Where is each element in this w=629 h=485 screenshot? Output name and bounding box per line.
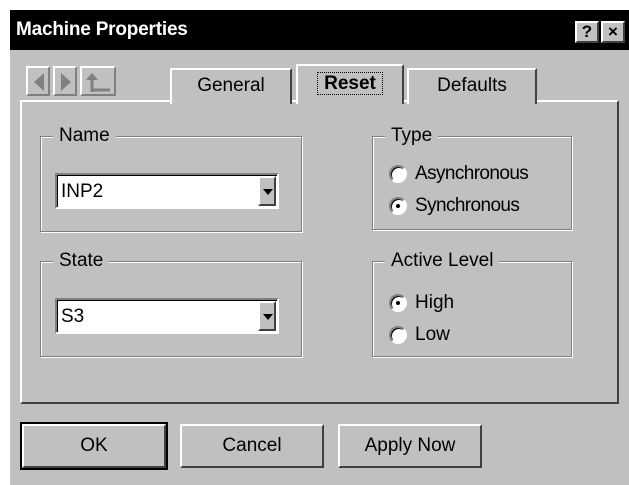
state-combobox-value: S3 <box>61 306 85 327</box>
chevron-down-icon <box>263 189 273 195</box>
ok-button[interactable]: OK <box>20 422 168 470</box>
active-level-group-label: Active Level <box>385 250 500 272</box>
tab-reset[interactable]: Reset <box>296 64 404 104</box>
type-group: Type Asynchronous Synchronous <box>372 125 572 230</box>
tab-reset-label: Reset <box>317 72 383 95</box>
radio-label: Synchronous <box>415 195 520 216</box>
name-group-label: Name <box>53 125 116 147</box>
tab-general[interactable]: General <box>170 68 292 104</box>
state-dropdown-button[interactable] <box>258 301 276 331</box>
radio-button[interactable] <box>389 197 407 215</box>
help-button[interactable]: ? <box>575 21 599 43</box>
radio-label: Asynchronous <box>415 163 529 184</box>
radio-label: High <box>415 292 455 313</box>
name-dropdown-button[interactable] <box>258 176 276 206</box>
cancel-button[interactable]: Cancel <box>180 424 324 468</box>
close-button[interactable]: × <box>601 21 625 43</box>
back-button[interactable] <box>26 66 50 96</box>
up-arrow-icon <box>86 73 110 92</box>
active-level-group: Active Level High Low <box>372 250 572 357</box>
window-title: Machine Properties <box>16 19 188 40</box>
title-bar: Machine Properties ? × <box>10 10 629 50</box>
state-group-label: State <box>53 250 110 272</box>
machine-properties-dialog: Machine Properties ? × General Reset Def… <box>10 10 629 485</box>
name-group: Name INP2 <box>40 125 302 232</box>
up-level-button[interactable] <box>80 66 116 96</box>
arrow-right-icon <box>61 73 71 91</box>
chevron-down-icon <box>263 314 273 320</box>
name-combobox-value: INP2 <box>61 181 104 202</box>
tab-defaults[interactable]: Defaults <box>407 68 537 104</box>
radio-label: Low <box>415 324 450 345</box>
state-group: State S3 <box>40 250 302 357</box>
name-combobox[interactable]: INP2 <box>55 173 279 209</box>
radio-button[interactable] <box>389 326 407 344</box>
radio-button[interactable] <box>389 294 407 312</box>
radio-button[interactable] <box>389 165 407 183</box>
type-group-label: Type <box>385 125 439 147</box>
state-combobox[interactable]: S3 <box>55 298 279 334</box>
apply-now-button[interactable]: Apply Now <box>338 424 482 468</box>
forward-button[interactable] <box>53 66 77 96</box>
arrow-left-icon <box>34 73 44 91</box>
